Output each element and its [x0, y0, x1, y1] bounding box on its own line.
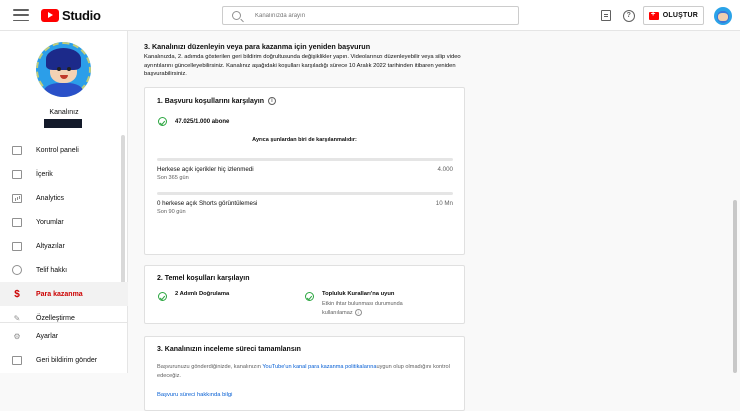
sidebar-item-feedback[interactable]: Geri bildirim gönder — [0, 348, 128, 372]
metric-name: 0 herkese açık Shorts görüntülemesi — [157, 200, 258, 207]
create-label: OLUŞTUR — [662, 12, 698, 19]
card-title-text: 3. Kanalınızın inceleme süreci tamamlans… — [157, 346, 301, 353]
dollar-icon: $ — [14, 288, 20, 300]
sidebar-item-label: Özelleştirme — [36, 314, 75, 322]
sidebar-item-label: Para kazanma — [36, 290, 83, 298]
sidebar-item-label: İçerik — [36, 170, 53, 178]
sidebar-item-label: Geri bildirim gönder — [36, 356, 98, 364]
monetization-policies-link[interactable]: YouTube'un kanal para kazanma politikala… — [262, 364, 376, 370]
logo-text: Studio — [62, 7, 101, 23]
requirement-2fa: 2 Adımlı Doğrulama — [158, 291, 229, 301]
create-button[interactable]: OLUŞTUR — [642, 6, 704, 25]
sidebar-divider — [0, 322, 128, 323]
dashboard-icon — [12, 145, 22, 155]
sidebar-item-copyright[interactable]: Telif hakkı — [0, 258, 128, 282]
card-title-text: 2. Temel koşulları karşılayın — [157, 275, 250, 282]
info-icon[interactable]: i — [268, 97, 276, 105]
channel-avatar[interactable] — [36, 42, 91, 97]
help-icon[interactable]: ? — [622, 9, 635, 22]
metric-period: Son 90 gün — [157, 209, 186, 215]
page-scrollbar[interactable] — [733, 200, 737, 373]
card-review-process: 3. Kanalınızın inceleme süreci tamamlans… — [144, 336, 465, 411]
progress-bar-watch-hours — [157, 158, 453, 161]
sidebar-item-content[interactable]: İçerik — [0, 162, 128, 186]
copyright-icon — [12, 265, 22, 275]
card-title: 2. Temel koşulları karşılayın — [157, 275, 249, 282]
check-circle-icon — [158, 292, 167, 301]
requirement-label: Topluluk Kuralları'na uyun — [322, 291, 395, 297]
review-desc-before: Başvurunuzu gönderdiğinizde, kanalınızın — [157, 364, 263, 370]
metric-name: Herkese açık içerikler hiç izlenmedi — [157, 166, 254, 173]
youtube-play-icon — [41, 8, 59, 22]
requirement-label: 2 Adımlı Doğrulama — [175, 291, 230, 297]
sidebar-item-label: Yorumlar — [36, 218, 64, 226]
search-icon — [232, 11, 241, 20]
studio-logo[interactable]: Studio — [41, 8, 101, 23]
sidebar-item-subtitles[interactable]: Altyazılar — [0, 234, 128, 258]
search-box[interactable] — [222, 6, 519, 25]
application-process-link[interactable]: Başvuru süreci hakkında bilgi — [157, 392, 232, 398]
also-required-label: Ayrıca şunlardan biri de karşılanmalıdır… — [252, 137, 357, 143]
card-title: 3. Kanalınızın inceleme süreci tamamlans… — [157, 346, 301, 353]
review-description: Başvurunuzu gönderdiğinizde, kanalınızın… — [157, 363, 457, 380]
progress-bar-shorts-views — [157, 192, 453, 195]
card-title-text: 1. Başvuru koşullarını karşılayın — [157, 97, 264, 105]
metric-value: 10 Mn — [435, 200, 453, 207]
channel-name-redacted — [44, 119, 82, 128]
subscribers-count: 47.025/1.000 abone — [175, 118, 230, 125]
sidebar-item-label: Telif hakkı — [36, 266, 68, 274]
check-circle-icon — [305, 292, 314, 301]
sidebar: Kanalınız Kontrol paneli İçerik Analytic… — [0, 31, 128, 373]
requirement-community-guidelines: Topluluk Kuralları'na uyun Etkin ihtar b… — [305, 291, 432, 317]
sidebar-item-dashboard[interactable]: Kontrol paneli — [0, 138, 128, 162]
info-icon[interactable]: i — [354, 308, 362, 316]
sidebar-item-label: Analytics — [36, 194, 65, 202]
sidebar-item-monetization[interactable]: $ Para kazanma — [0, 282, 128, 306]
content-icon — [12, 169, 22, 179]
sidebar-item-comments[interactable]: Yorumlar — [0, 210, 128, 234]
channel-label: Kanalınız — [49, 109, 79, 116]
card-eligibility: 1. Başvuru koşullarını karşılayın i 47.0… — [144, 87, 465, 255]
sidebar-item-settings[interactable]: ⚙ Ayarlar — [0, 324, 128, 348]
account-avatar[interactable] — [714, 6, 732, 25]
sidebar-bottom-nav: ⚙ Ayarlar Geri bildirim gönder — [0, 324, 128, 372]
subscribers-row: 47.025/1.000 abone — [158, 117, 229, 126]
sidebar-nav: Kontrol paneli İçerik Analytics Yorumlar… — [0, 138, 128, 330]
sidebar-item-label: Kontrol paneli — [36, 146, 79, 154]
hamburger-menu-icon[interactable] — [13, 9, 29, 21]
feedback-icon — [12, 355, 22, 365]
card-basic-requirements: 2. Temel koşulları karşılayın 2 Adımlı D… — [144, 265, 465, 324]
section-description: Kanalınızda, 2. adımda gösterilen geri b… — [144, 54, 461, 78]
comments-icon — [12, 217, 22, 227]
requirement-description-text: Etkin ihtar bulunması durumunda kullanıl… — [322, 301, 403, 316]
search-input[interactable] — [255, 12, 495, 19]
check-circle-icon — [158, 117, 167, 126]
analytics-icon — [12, 193, 22, 203]
gear-icon: ⚙ — [13, 331, 21, 341]
card-title: 1. Başvuru koşullarını karşılayın i — [157, 97, 276, 105]
sidebar-item-analytics[interactable]: Analytics — [0, 186, 128, 210]
create-video-icon — [648, 9, 659, 20]
metric-period: Son 365 gün — [157, 175, 189, 181]
section-title: 3. Kanalınızı düzenleyin veya para kazan… — [144, 42, 371, 51]
sidebar-item-label: Ayarlar — [36, 332, 59, 340]
main-content: 3. Kanalınızı düzenleyin veya para kazan… — [144, 31, 476, 411]
requirement-description: Etkin ihtar bulunması durumunda kullanıl… — [322, 300, 432, 317]
sidebar-item-label: Altyazılar — [36, 242, 65, 250]
top-bar: Studio ? OLUŞTUR — [0, 0, 740, 31]
messages-icon[interactable] — [600, 10, 611, 21]
metric-value: 4.000 — [437, 166, 453, 173]
subtitles-icon — [12, 241, 22, 251]
